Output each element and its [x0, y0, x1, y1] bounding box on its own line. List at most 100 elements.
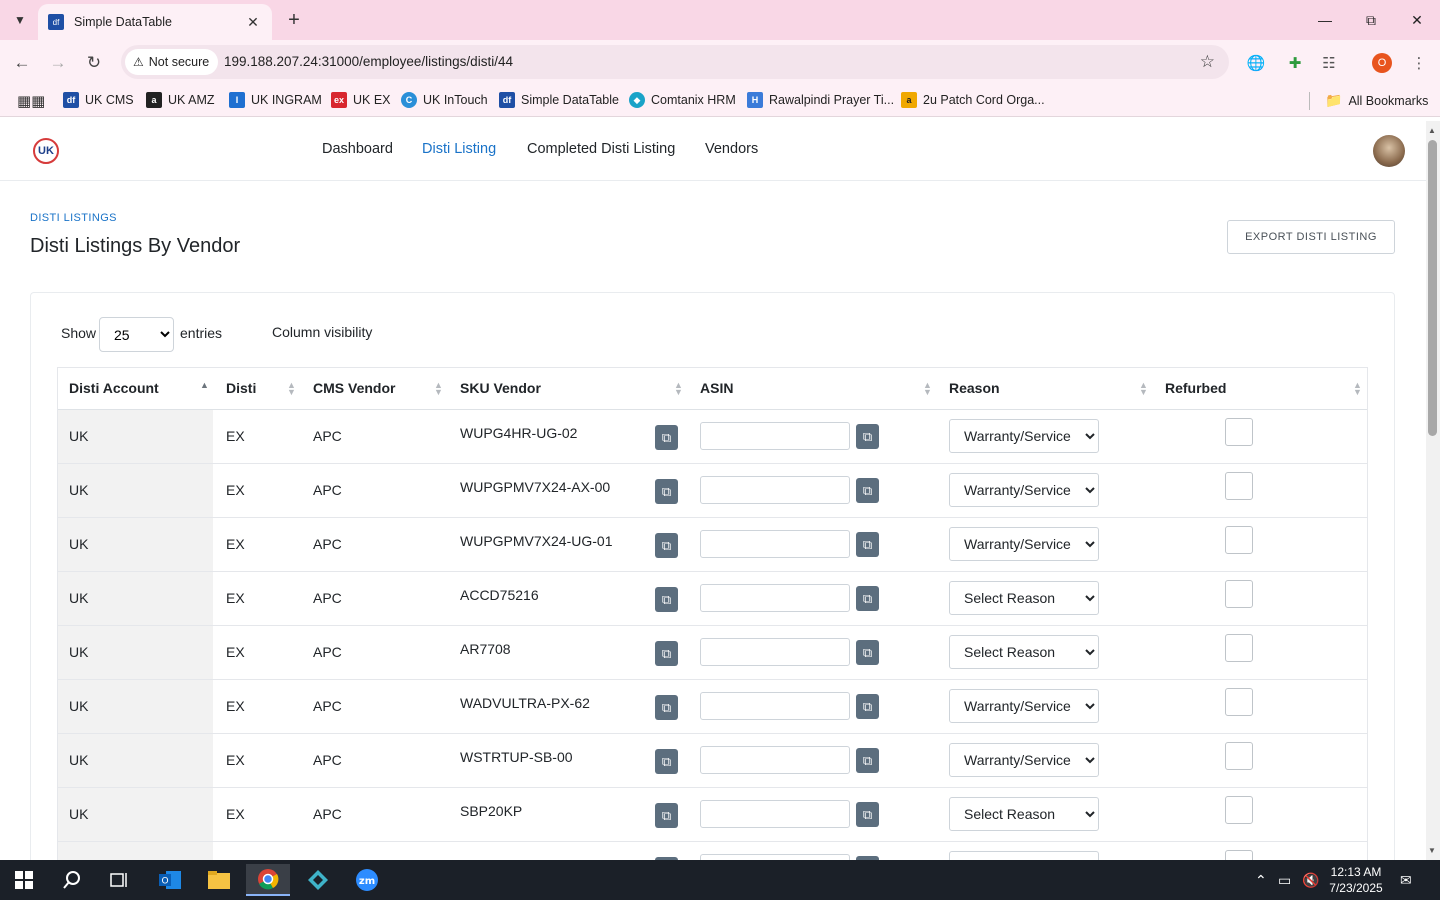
vpn-app-icon[interactable] [296, 864, 340, 896]
copy-asin-button[interactable]: ⧉ [856, 748, 879, 773]
new-tab-button[interactable]: + [282, 8, 306, 32]
bookmark-prayer-times[interactable]: H Rawalpindi Prayer Ti... [747, 92, 894, 108]
col-sku-vendor[interactable]: SKU Vendor [449, 368, 689, 410]
reload-icon[interactable]: ↻ [81, 50, 107, 76]
copy-asin-button[interactable]: ⧉ [856, 640, 879, 665]
refurbed-checkbox[interactable] [1225, 418, 1253, 446]
copy-sku-button[interactable]: ⧉ [655, 695, 678, 720]
bookmark-star-icon[interactable]: ☆ [1200, 52, 1215, 72]
bookmark-comtanix-hrm[interactable]: ◆ Comtanix HRM [629, 92, 736, 108]
bookmark-simple-datatable[interactable]: df Simple DataTable [499, 92, 619, 108]
refurbed-checkbox[interactable] [1225, 526, 1253, 554]
close-tab-icon[interactable]: ✕ [244, 13, 262, 31]
copy-sku-button[interactable]: ⧉ [655, 641, 678, 666]
copy-asin-button[interactable]: ⧉ [856, 802, 879, 827]
col-asin[interactable]: ASIN [689, 368, 939, 410]
copy-asin-button[interactable]: ⧉ [856, 424, 879, 449]
reason-select[interactable]: Warranty/Service [949, 689, 1099, 723]
col-cms-vendor[interactable]: CMS Vendor [302, 368, 447, 410]
refurbed-checkbox[interactable] [1225, 634, 1253, 662]
asin-input[interactable] [700, 638, 850, 666]
back-icon[interactable]: ← [9, 50, 35, 76]
copy-asin-button[interactable]: ⧉ [856, 694, 879, 719]
asin-input[interactable] [700, 692, 850, 720]
copy-sku-button[interactable]: ⧉ [655, 479, 678, 504]
bookmark-patch-cord[interactable]: a 2u Patch Cord Orga... [901, 92, 1045, 108]
copy-sku-button[interactable]: ⧉ [655, 533, 678, 558]
more-menu-icon[interactable]: ⋮ [1408, 52, 1430, 74]
bookmark-uk-intouch[interactable]: C UK InTouch [401, 92, 488, 108]
notifications-icon[interactable]: ✉ [1400, 872, 1412, 889]
reason-select[interactable]: Select Reason [949, 635, 1099, 669]
asin-input[interactable] [700, 530, 850, 558]
reason-select[interactable] [949, 851, 1099, 860]
forward-icon[interactable]: → [45, 50, 71, 76]
address-bar[interactable]: ⚠ Not secure 199.188.207.24:31000/employ… [121, 45, 1229, 79]
asin-input[interactable] [700, 746, 850, 774]
security-chip[interactable]: ⚠ Not secure [125, 49, 219, 75]
nav-disti-listing[interactable]: Disti Listing [422, 141, 496, 157]
show-hidden-icons-icon[interactable]: ⌃ [1255, 872, 1267, 889]
nav-completed-disti-listing[interactable]: Completed Disti Listing [527, 141, 675, 157]
col-refurbed[interactable]: Refurbed [1154, 368, 1354, 410]
refurbed-checkbox[interactable] [1225, 580, 1253, 608]
restore-icon[interactable]: ⧉ [1348, 0, 1394, 40]
refurbed-checkbox[interactable] [1225, 796, 1253, 824]
copy-asin-button[interactable]: ⧉ [856, 586, 879, 611]
uk-logo[interactable]: UK [33, 138, 59, 164]
browser-tab[interactable]: df Simple DataTable ✕ [38, 4, 272, 40]
volume-muted-icon[interactable]: 🔇 [1302, 872, 1319, 889]
globe-icon[interactable]: 🌐 [1245, 52, 1267, 74]
close-window-icon[interactable]: ✕ [1394, 0, 1440, 40]
bookmark-uk-amz[interactable]: a UK AMZ [146, 92, 215, 108]
column-visibility-button[interactable]: Column visibility [264, 318, 380, 346]
extension-plus-icon[interactable]: ✚ [1284, 52, 1306, 74]
refurbed-checkbox[interactable] [1225, 742, 1253, 770]
copy-sku-button[interactable]: ⧉ [655, 803, 678, 828]
url-text[interactable]: 199.188.207.24:31000/employee/listings/d… [224, 54, 513, 69]
windows-start-icon[interactable] [2, 864, 46, 896]
asin-input[interactable] [700, 476, 850, 504]
copy-sku-button[interactable]: ⧉ [655, 425, 678, 450]
bookmark-uk-ex[interactable]: ex UK EX [331, 92, 391, 108]
copy-asin-button[interactable]: ⧉ [856, 478, 879, 503]
search-icon[interactable] [50, 864, 94, 896]
outlook-icon[interactable]: O [148, 864, 192, 896]
minimize-icon[interactable]: — [1302, 0, 1348, 40]
asin-input[interactable] [700, 422, 850, 450]
user-avatar[interactable] [1373, 135, 1405, 167]
col-reason[interactable]: Reason [938, 368, 1153, 410]
zoom-icon[interactable]: zm [345, 864, 389, 896]
reason-select[interactable]: Warranty/Service [949, 743, 1099, 777]
bookmark-uk-ingram[interactable]: I UK INGRAM [229, 92, 322, 108]
nav-dashboard[interactable]: Dashboard [322, 141, 393, 157]
col-disti-account[interactable]: Disti Account [58, 368, 213, 410]
all-bookmarks[interactable]: 📁 All Bookmarks [1325, 92, 1428, 109]
reason-select[interactable]: Warranty/Service [949, 473, 1099, 507]
scroll-down-icon[interactable]: ▼ [1428, 846, 1436, 855]
scroll-up-icon[interactable]: ▲ [1428, 126, 1436, 135]
profile-avatar[interactable]: O [1372, 53, 1392, 73]
copy-sku-button[interactable]: ⧉ [655, 587, 678, 612]
refurbed-checkbox[interactable] [1225, 472, 1253, 500]
reason-select[interactable]: Select Reason [949, 581, 1099, 615]
export-disti-listing-button[interactable]: EXPORT DISTI LISTING [1227, 220, 1395, 254]
file-explorer-icon[interactable] [197, 864, 241, 896]
reason-select[interactable]: Select Reason [949, 797, 1099, 831]
refurbed-checkbox[interactable] [1225, 850, 1253, 860]
tab-search-button[interactable]: ▼ [6, 6, 34, 34]
copy-asin-button[interactable]: ⧉ [856, 532, 879, 557]
asin-input[interactable] [700, 800, 850, 828]
task-view-icon[interactable] [98, 864, 142, 896]
nav-vendors[interactable]: Vendors [705, 141, 758, 157]
asin-input[interactable] [700, 584, 850, 612]
refurbed-checkbox[interactable] [1225, 688, 1253, 716]
extensions-puzzle-icon[interactable]: ☷ [1318, 52, 1340, 74]
entries-per-page-select[interactable]: 25 [99, 317, 174, 352]
network-icon[interactable]: ▭ [1278, 872, 1291, 889]
reason-select[interactable]: Warranty/Service [949, 419, 1099, 453]
taskbar-clock[interactable]: 12:13 AM 7/23/2025 [1318, 864, 1394, 896]
apps-grid-icon[interactable]: ▦▦ [17, 92, 45, 110]
copy-sku-button[interactable]: ⧉ [655, 749, 678, 774]
reason-select[interactable]: Warranty/Service [949, 527, 1099, 561]
